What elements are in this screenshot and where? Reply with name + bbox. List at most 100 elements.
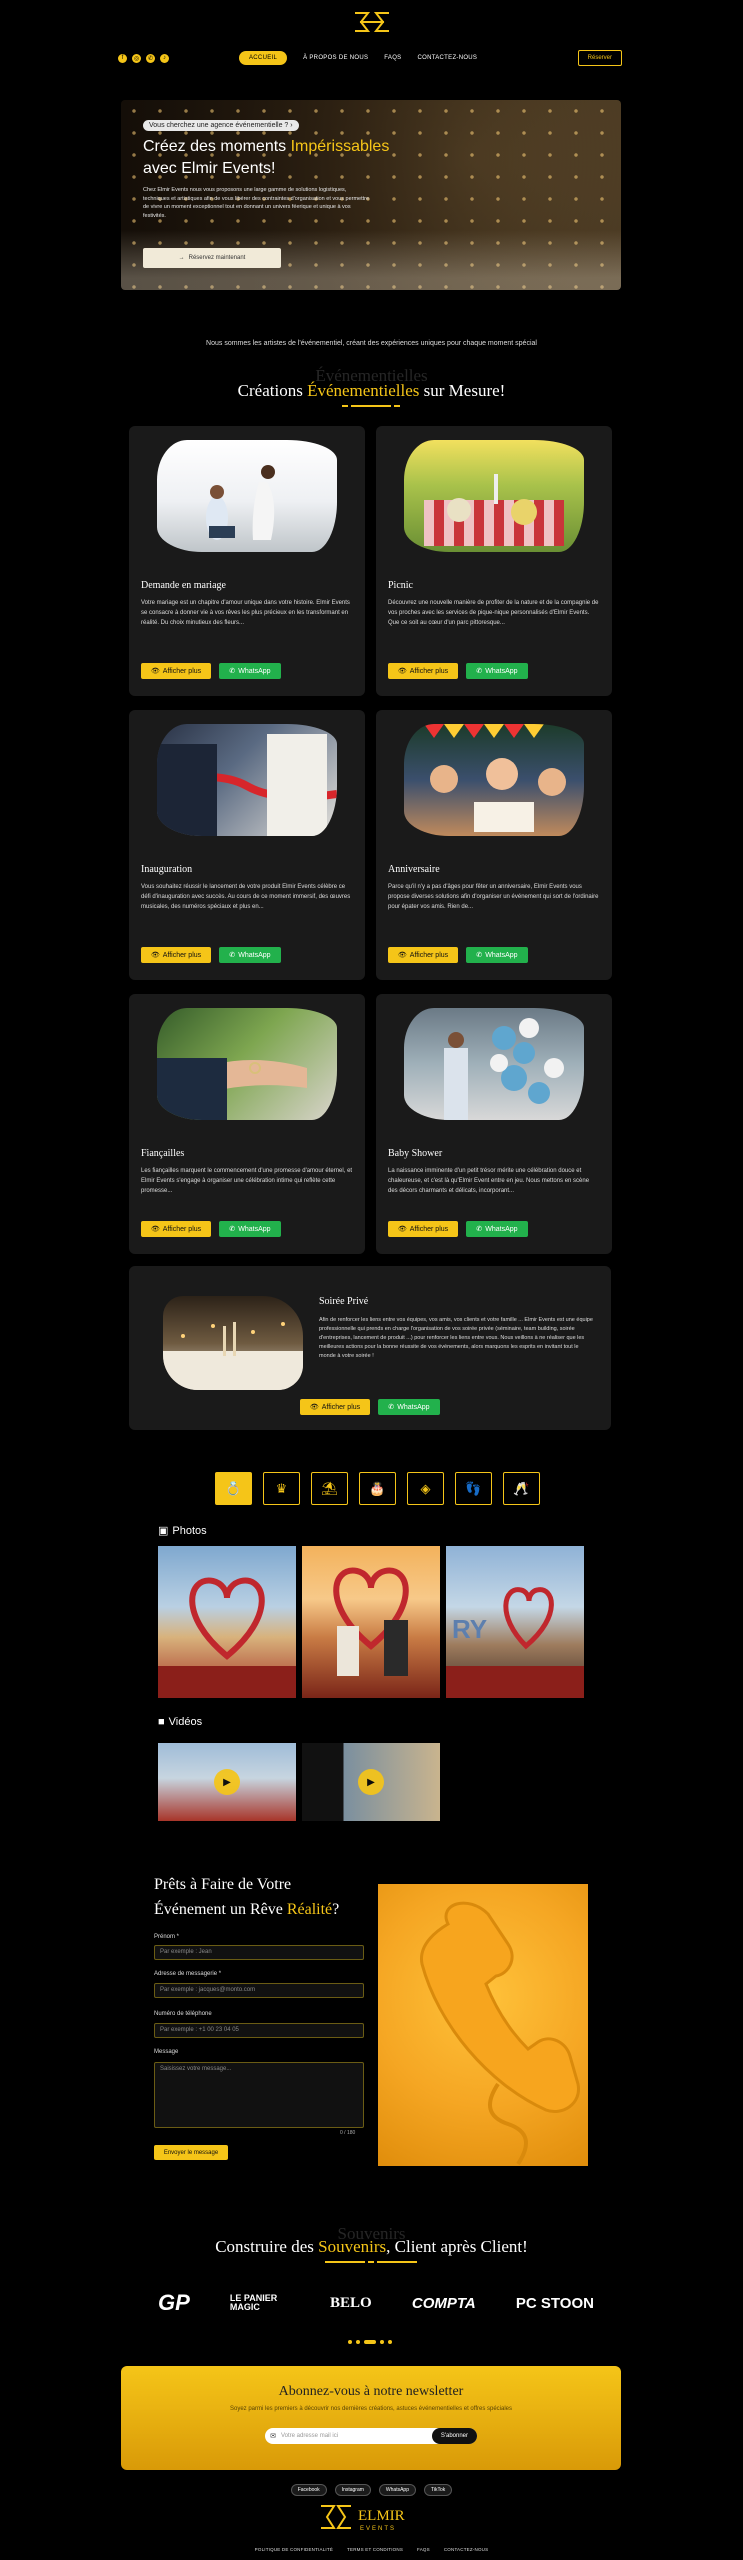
newsletter-section: Abonnez-vous à notre newsletter Soyez pa…	[121, 2366, 621, 2470]
card-title: Baby Shower	[388, 1148, 443, 1159]
show-more-button[interactable]: 👁 Afficher plus	[300, 1399, 370, 1415]
card-description: Parce qu'il n'y a pas d'âges pour fêter …	[388, 884, 599, 910]
gallery-photo[interactable]	[302, 1546, 440, 1698]
footer-privacy-link[interactable]: POLITIQUE DE CONFIDENTIALITÉ	[255, 2547, 333, 2552]
phone-field[interactable]: Par exemple : +1 00 23 04 05	[154, 2023, 364, 2038]
nav-accueil[interactable]: ACCUEIL	[239, 51, 288, 65]
eye-icon: 👁	[397, 668, 407, 675]
card-title: Anniversaire	[388, 864, 440, 875]
show-more-button[interactable]: 👁 Afficher plus	[388, 1221, 458, 1237]
footer-social: Facebook Instagram WhatsApp TikTok	[0, 2484, 743, 2496]
play-icon[interactable]: ▶	[358, 1769, 384, 1795]
footer-logo[interactable]: ELMIR EVENTS	[318, 2500, 426, 2534]
show-more-button[interactable]: 👁 Afficher plus	[141, 1221, 211, 1237]
whatsapp-button[interactable]: ✆ WhatsApp	[219, 663, 281, 679]
footer-facebook-link[interactable]: Facebook	[290, 2484, 327, 2496]
whatsapp-button[interactable]: ✆ WhatsApp	[466, 663, 528, 679]
contact-title: Prêts à Faire de Votre Événement un Rêve …	[154, 1876, 340, 1918]
client-logo-panier-magic: LE PANIER MAGIC	[229, 2293, 278, 2312]
show-more-button[interactable]: 👁 Afficher plus	[141, 663, 211, 679]
eye-icon: 👁	[309, 1404, 319, 1411]
picnic-photo	[404, 440, 584, 552]
eye-icon: 👁	[150, 668, 160, 675]
nav-faqs[interactable]: FAQS	[384, 55, 401, 61]
newsletter-email-input[interactable]: Votre adresse mail ici	[281, 2433, 432, 2439]
carousel-dots[interactable]	[348, 2340, 392, 2344]
mail-icon: ✉	[270, 2433, 276, 2440]
show-more-button[interactable]: 👁 Afficher plus	[388, 947, 458, 963]
first-name-label: Prénom *	[154, 1934, 180, 1940]
proposal-photo	[157, 440, 337, 552]
play-icon[interactable]: ▶	[214, 1769, 240, 1795]
show-more-button[interactable]: 👁 Afficher plus	[388, 663, 458, 679]
client-logo-gp: GP	[158, 2290, 190, 2315]
footer-contact-link[interactable]: CONTACTEZ-NOUS	[444, 2547, 488, 2552]
party-glasses-icon[interactable]: 🥂	[503, 1472, 540, 1505]
whatsapp-icon[interactable]: ✆	[146, 53, 155, 63]
char-counter: 0 / 180	[340, 2130, 356, 2136]
facebook-icon[interactable]: f	[118, 53, 127, 63]
header-social: f ◎ ✆ ♪	[118, 53, 169, 63]
book-now-button[interactable]: → Réservez maintenant	[143, 248, 281, 268]
inauguration-photo	[157, 724, 337, 836]
card-anniversaire: Anniversaire Parce qu'il n'y a pas d'âge…	[376, 710, 612, 980]
logo[interactable]	[352, 10, 392, 34]
intro-text: Nous sommes les artistes de l'événementi…	[206, 340, 537, 347]
footer-whatsapp-link[interactable]: WhatsApp	[378, 2484, 416, 2496]
eye-icon: 👁	[397, 1226, 407, 1233]
crown-cake-icon[interactable]: ♛	[263, 1472, 300, 1505]
newsletter-subtitle: Soyez parmi les premiers à découvrir nos…	[229, 2406, 513, 2412]
video-thumbnail[interactable]: ▶	[302, 1743, 440, 1821]
gallery-photo[interactable]: RY	[446, 1546, 584, 1698]
header: f ◎ ✆ ♪ ACCUEIL À PROPOS DE NOUS FAQS CO…	[118, 48, 622, 68]
client-logos: GP LE PANIER MAGIC BELO COMPTA PC STOON	[158, 2283, 594, 2323]
message-label: Message	[154, 2049, 179, 2055]
card-description: La naissance imminente d'un petit trésor…	[388, 1168, 590, 1194]
birthday-cake-icon[interactable]: 🎂	[359, 1472, 396, 1505]
whatsapp-button[interactable]: ✆ WhatsApp	[378, 1399, 440, 1415]
gallery-photo[interactable]	[158, 1546, 296, 1698]
eye-icon: 👁	[397, 952, 407, 959]
card-description: Afin de renforcer les liens entre vos éq…	[319, 1317, 593, 1359]
message-field[interactable]: Saisissez votre message...	[154, 2062, 364, 2128]
phone-label: Numéro de téléphone	[154, 2011, 212, 2017]
nav-contact[interactable]: CONTACTEZ-NOUS	[417, 55, 477, 61]
video-thumbnail[interactable]: ▶	[158, 1743, 296, 1821]
reserve-button[interactable]: Réserver	[577, 50, 622, 66]
main-nav: ACCUEIL À PROPOS DE NOUS FAQS CONTACTEZ-…	[239, 51, 477, 65]
client-logo-pc-stoon: PC STOON	[515, 2294, 594, 2312]
eye-icon: 👁	[150, 952, 160, 959]
hero-tag: Vous cherchez une agence événementielle …	[143, 120, 299, 131]
hero-title: Créez des moments Impérissables avec Elmi…	[143, 138, 390, 177]
client-logo-belo: BELO	[330, 2294, 372, 2311]
show-more-button[interactable]: 👁 Afficher plus	[141, 947, 211, 963]
email-field[interactable]: Par exemple : jacques@monto.com	[154, 1983, 364, 1998]
whatsapp-button[interactable]: ✆ WhatsApp	[219, 947, 281, 963]
tiktok-icon[interactable]: ♪	[160, 53, 169, 63]
whatsapp-button[interactable]: ✆ WhatsApp	[466, 1221, 528, 1237]
card-description: Les fiançailles marquent le commencement…	[141, 1168, 353, 1194]
first-name-field[interactable]: Par exemple : Jean	[154, 1945, 364, 1960]
card-title: Demande en mariage	[141, 580, 226, 591]
footer-tiktok-link[interactable]: TikTok	[424, 2484, 453, 2496]
card-soiree-privee: Soirée Privé Afin de renforcer les liens…	[129, 1266, 611, 1430]
picnic-icon[interactable]: ⛱	[311, 1472, 348, 1505]
footer-instagram-link[interactable]: Instagram	[334, 2484, 371, 2496]
rings-icon[interactable]: 💍	[215, 1472, 252, 1505]
whatsapp-icon: ✆	[476, 668, 483, 675]
whatsapp-icon: ✆	[229, 1226, 236, 1233]
send-message-button[interactable]: Envoyer le message	[154, 2145, 228, 2160]
svg-text:RY: RY	[452, 1614, 487, 1644]
creations-title: Créations Événementielles sur Mesure!	[237, 381, 506, 400]
card-title: Inauguration	[141, 864, 193, 875]
whatsapp-button[interactable]: ✆ WhatsApp	[466, 947, 528, 963]
birthday-photo	[404, 724, 584, 836]
nav-about[interactable]: À PROPOS DE NOUS	[303, 55, 368, 61]
proposal-ring-icon[interactable]: ◈	[407, 1472, 444, 1505]
footer-terms-link[interactable]: TERMS ET CONDITIONS	[347, 2547, 403, 2552]
instagram-icon[interactable]: ◎	[132, 53, 141, 63]
whatsapp-button[interactable]: ✆ WhatsApp	[219, 1221, 281, 1237]
subscribe-button[interactable]: S'abonner	[431, 2428, 477, 2444]
footer-faqs-link[interactable]: FAQS	[417, 2547, 430, 2552]
baby-feet-icon[interactable]: 👣	[455, 1472, 492, 1505]
